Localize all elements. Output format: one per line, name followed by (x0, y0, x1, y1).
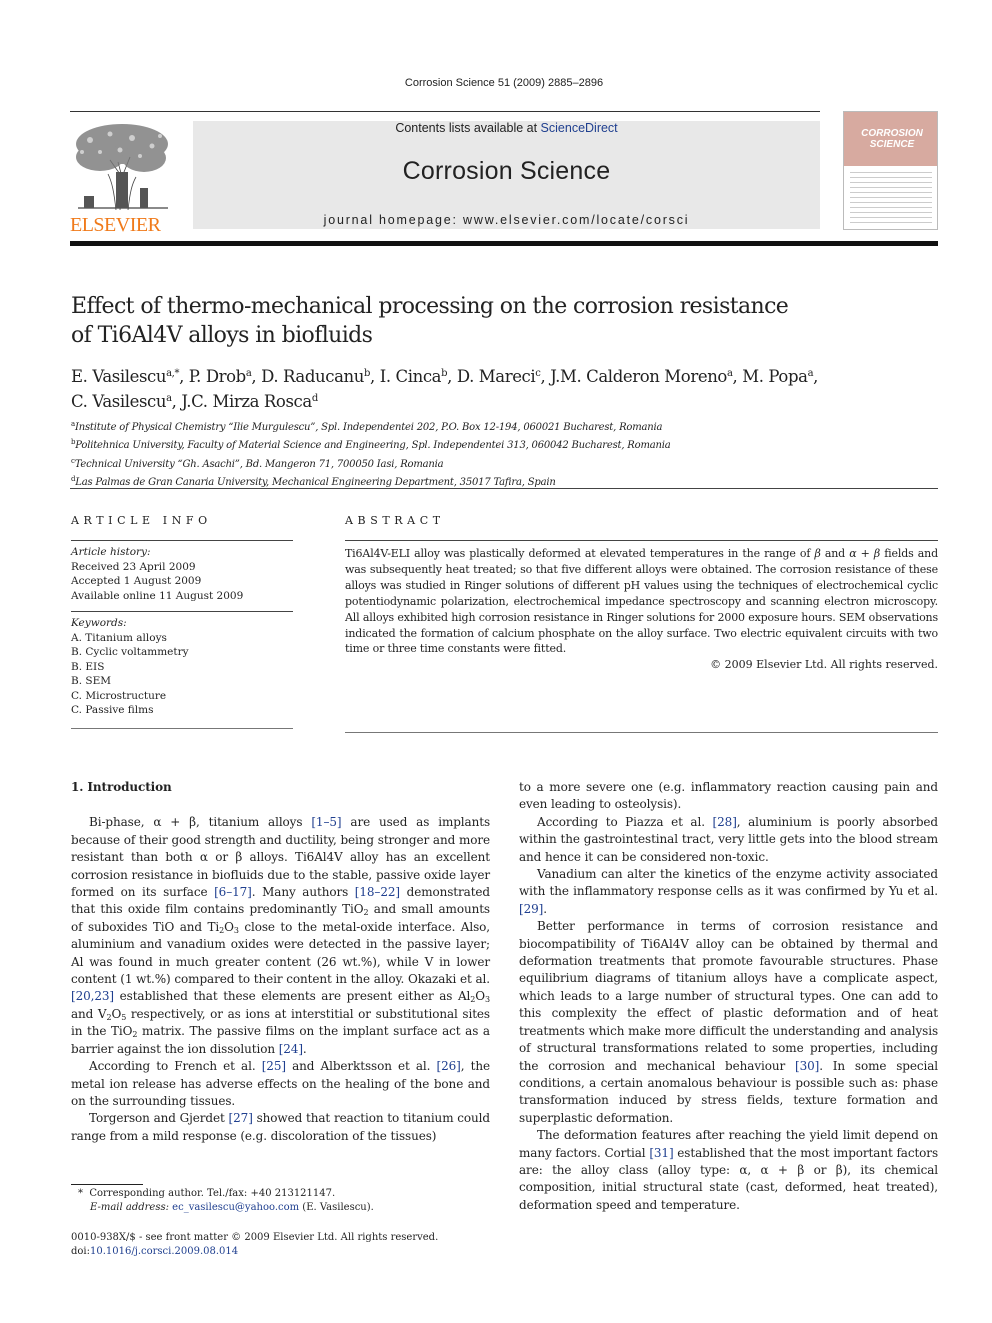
author[interactable]: J.M. Calderon Morenoa (550, 367, 733, 386)
divider (71, 611, 293, 612)
journal-citation: Corrosion Science 51 (2009) 2885–2896 (404, 77, 604, 89)
history-label: Article history: (71, 546, 151, 558)
sciencedirect-link[interactable]: ScienceDirect (541, 121, 618, 135)
elsevier-wordmark: ELSEVIER (70, 214, 161, 236)
tree-icon (76, 124, 168, 211)
keyword[interactable]: C. Microstructure (71, 689, 293, 704)
paragraph: According to French et al. [25] and Albe… (71, 1059, 490, 1108)
title-line2: of Ti6Al4V alloys in biofluids (71, 323, 373, 348)
citation-link[interactable]: [30] (795, 1059, 819, 1073)
author[interactable]: P. Droba (189, 367, 252, 386)
section-divider (70, 488, 938, 489)
cover-title-line1: CORROSION (861, 128, 923, 139)
footnote-rule (71, 1184, 143, 1185)
paragraph: Bi-phase, α + β, titanium alloys [1–5] a… (71, 815, 491, 1056)
email-note: E-mail address: ec_vasilescu@yahoo.com (… (90, 1202, 374, 1213)
paragraph: According to Piazza et al. [28], alumini… (519, 814, 938, 864)
citation-link[interactable]: [26] (437, 1059, 461, 1073)
affiliation: bPolitehnica University, Faculty of Mate… (71, 438, 671, 452)
contents-line: Contents lists available at ScienceDirec… (193, 121, 820, 135)
cover-contents-lines (850, 172, 932, 227)
divider (345, 540, 938, 541)
doi-link[interactable]: 10.1016/j.corsci.2009.08.014 (90, 1246, 238, 1257)
paragraph: Better performance in terms of corrosion… (519, 919, 938, 1125)
affiliation: cTechnical University “Gh. Asachi”, Bd. … (71, 456, 444, 470)
citation-link[interactable]: [1–5] (311, 815, 341, 829)
author[interactable]: D. Raducanub (261, 367, 370, 386)
journal-banner: Contents lists available at ScienceDirec… (193, 121, 820, 229)
journal-name: Corrosion Science (402, 157, 611, 185)
divider (71, 540, 293, 541)
citation-link[interactable]: [25] (262, 1059, 286, 1073)
paragraph: Vanadium can alter the kinetics of the e… (519, 867, 938, 916)
author[interactable]: J.C. Mirza Roscad (181, 392, 318, 411)
email-link[interactable]: ec_vasilescu@yahoo.com (172, 1202, 299, 1213)
section-heading: 1. Introduction (71, 780, 172, 794)
author[interactable]: C. Vasilescua (71, 392, 172, 411)
journal-cover-thumbnail[interactable]: CORROSION SCIENCE (843, 111, 938, 230)
paragraph: to a more severe one (e.g. inflammatory … (519, 780, 938, 812)
keyword[interactable]: B. SEM (71, 674, 293, 689)
divider (71, 727, 293, 729)
article-title: Effect of thermo-mechanical processing o… (71, 292, 871, 350)
title-line1: Effect of thermo-mechanical processing o… (71, 294, 789, 319)
front-matter: 0010-938X/$ - see front matter © 2009 El… (71, 1231, 491, 1259)
abstract-copyright: © 2009 Elsevier Ltd. All rights reserved… (710, 658, 938, 672)
author[interactable]: M. Popaa (742, 367, 813, 386)
body-column-right: to a more severe one (e.g. inflammatory … (519, 779, 938, 1214)
accepted-date: Accepted 1 August 2009 (71, 575, 202, 587)
doi-line: doi:10.1016/j.corsci.2009.08.014 (71, 1246, 239, 1257)
footnote: * Corresponding author. Tel./fax: +40 21… (78, 1187, 498, 1215)
cover-title: CORROSION SCIENCE (848, 128, 936, 150)
contents-prefix: Contents lists available at (395, 121, 541, 135)
citation-link[interactable]: [27] (229, 1111, 253, 1125)
corresponding-author-note: * Corresponding author. Tel./fax: +40 21… (78, 1188, 336, 1199)
abstract: ABSTRACT Ti6Al4V-ELI alloy was plastical… (345, 514, 938, 734)
author[interactable]: I. Cincab (380, 367, 448, 386)
citation-link[interactable]: [31] (649, 1146, 673, 1160)
body-column-left: 1. Introduction Bi-phase, α + β, titaniu… (71, 779, 490, 1145)
keyword[interactable]: B. Cyclic voltammetry (71, 645, 293, 660)
keywords-label: Keywords: (71, 617, 127, 629)
citation-link[interactable]: [6–17] (214, 885, 252, 899)
elsevier-logo[interactable]: ELSEVIER (70, 120, 182, 236)
cover-title-line2: SCIENCE (869, 139, 915, 150)
received-date: Received 23 April 2009 (71, 560, 196, 573)
citation-link[interactable]: [29] (519, 902, 543, 916)
article-info: ARTICLE INFO Article history: Received 2… (71, 514, 293, 729)
citation-link[interactable]: [28] (713, 815, 737, 829)
abstract-heading: ABSTRACT (345, 514, 445, 527)
divider (345, 732, 938, 734)
issn-line: 0010-938X/$ - see front matter © 2009 El… (71, 1232, 439, 1243)
article-info-heading: ARTICLE INFO (71, 514, 212, 527)
citation-link[interactable]: [20,23] (71, 989, 114, 1003)
affiliations: aInstitute of Physical Chemistry “Ilie M… (71, 417, 951, 491)
author[interactable]: E. Vasilescua,* (71, 367, 179, 386)
online-date: Available online 11 August 2009 (71, 589, 244, 602)
keyword[interactable]: B. EIS (71, 660, 293, 675)
keyword[interactable]: C. Passive films (71, 703, 293, 718)
paragraph: Torgerson and Gjerdet [27] showed that r… (71, 1111, 490, 1143)
header-thick-rule (70, 241, 938, 246)
header-rule (70, 111, 820, 112)
journal-homepage-link[interactable]: journal homepage: www.elsevier.com/locat… (193, 213, 820, 227)
citation-link[interactable]: [18–22] (355, 885, 400, 899)
abstract-text: Ti6Al4V-ELI alloy was plastically deform… (345, 547, 938, 656)
author[interactable]: D. Marecic (457, 367, 541, 386)
paragraph: The deformation features after reaching … (519, 1128, 938, 1212)
author-list: E. Vasilescua,*, P. Droba, D. Raducanub,… (71, 367, 818, 411)
keyword[interactable]: A. Titanium alloys (71, 631, 293, 646)
affiliation: aInstitute of Physical Chemistry “Ilie M… (71, 420, 663, 433)
citation-link[interactable]: [24] (279, 1042, 303, 1056)
